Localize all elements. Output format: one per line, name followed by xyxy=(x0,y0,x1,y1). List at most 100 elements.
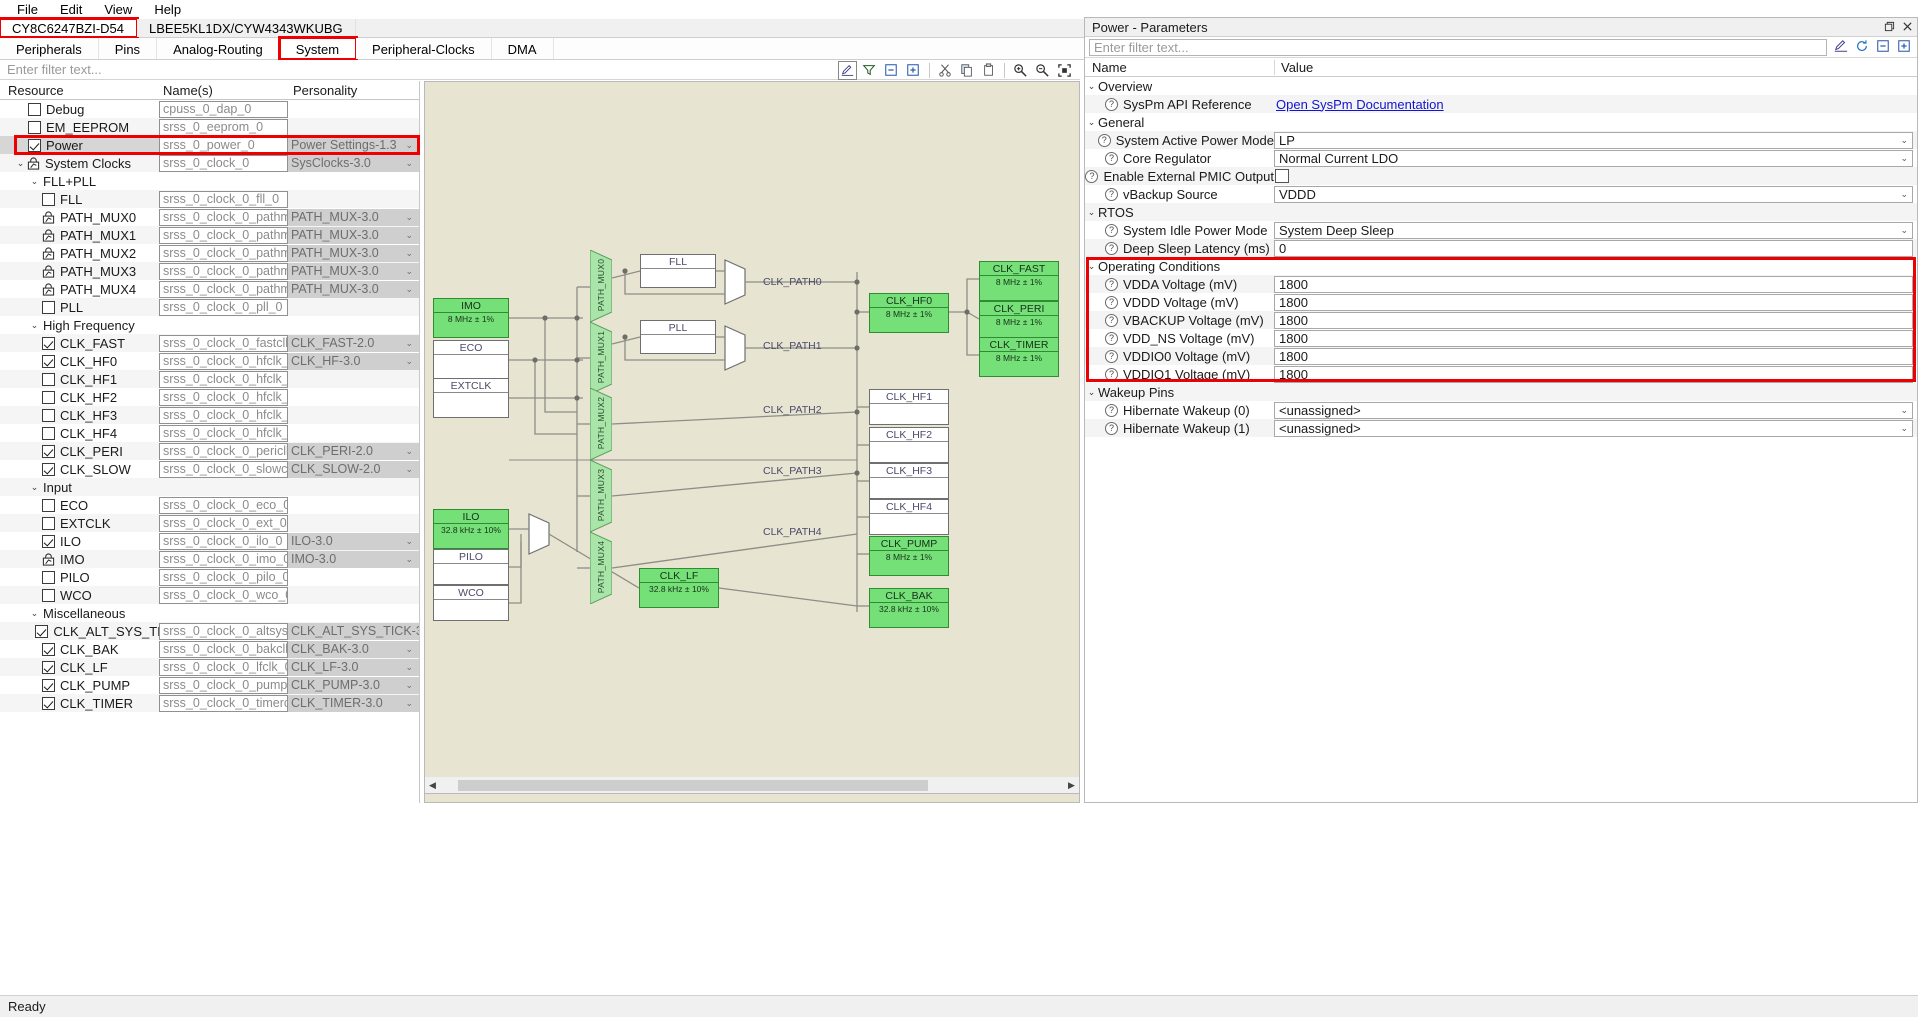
parameter-row-vddd-voltage-mv-[interactable]: ? VDDD Voltage (mV) 1800 xyxy=(1085,293,1917,311)
parameter-row-vbackup-source[interactable]: ? vBackup Source VDDD ⌄ xyxy=(1085,185,1917,203)
parameter-row-enable-external-pmic-output[interactable]: ? Enable External PMIC Output xyxy=(1085,167,1917,185)
parameter-text-input[interactable]: 1800 xyxy=(1274,365,1913,383)
tree-row-checkbox[interactable] xyxy=(42,696,55,710)
parameter-group-operating-conditions[interactable]: ⌄ Operating Conditions xyxy=(1085,257,1917,275)
chevron-down-icon[interactable]: ⌄ xyxy=(405,140,416,151)
personality-dropdown[interactable]: Power Settings-1.3 ⌄ xyxy=(288,136,419,154)
help-question-icon[interactable]: ? xyxy=(1105,97,1118,111)
tree-row-imo[interactable]: IMO srss_0_clock_0_imo_0 IMO-3.0 ⌄ xyxy=(0,550,419,568)
collapse-all-icon[interactable] xyxy=(1876,39,1890,56)
chevron-down-icon[interactable]: ⌄ xyxy=(405,212,416,223)
clock-diagram-canvas[interactable]: IMO 8 MHz ± 1% ECO EXTCLK ILO 32.8 kHz ± 10% P… xyxy=(424,81,1080,803)
fit-to-window-icon[interactable] xyxy=(1055,61,1074,80)
parameter-row-vdda-voltage-mv-[interactable]: ? VDDA Voltage (mV) 1800 xyxy=(1085,275,1917,293)
parameter-row-syspm-api-reference[interactable]: ? SysPm API Reference Open SysPm Documenta… xyxy=(1085,95,1917,113)
parameter-dropdown[interactable]: VDDD ⌄ xyxy=(1274,185,1913,203)
chevron-down-icon[interactable]: ⌄ xyxy=(1085,262,1098,271)
help-question-icon[interactable]: ? xyxy=(1105,349,1118,363)
personality-dropdown[interactable]: CLK_HF-3.0 ⌄ xyxy=(288,352,419,370)
clock-output-clk_hf0[interactable]: CLK_HF0 8 MHz ± 1% xyxy=(869,293,949,333)
parameter-row-system-idle-power-mode[interactable]: ? System Idle Power Mode System Deep Sleep… xyxy=(1085,221,1917,239)
tree-row-checkbox[interactable] xyxy=(42,498,55,512)
tree-row-clk-peri[interactable]: CLK_PERI srss_0_clock_0_periclk_0CLK_PERI… xyxy=(0,442,419,460)
name-field[interactable]: srss_0_clock_0_fastclk_0 xyxy=(159,334,288,352)
tree-row-path-mux3[interactable]: PATH_MUX3 srss_0_clock_0_pathmux_3PATH_MU… xyxy=(0,262,419,280)
chevron-down-icon[interactable]: ⌄ xyxy=(405,338,416,349)
chevron-down-icon[interactable]: ⌄ xyxy=(28,177,41,186)
tree-row-clk-alt-sys-tick[interactable]: CLK_ALT_SYS_TICKsrss_0_clock_0_altsystic… xyxy=(0,622,419,640)
parameter-row-system-active-power-mode[interactable]: ? System Active Power Mode LP ⌄ xyxy=(1085,131,1917,149)
device-tab-0[interactable]: CY8C6247BZI-D54 xyxy=(0,17,139,39)
tree-row-checkbox[interactable] xyxy=(42,300,55,314)
tree-row-checkbox[interactable] xyxy=(42,336,55,350)
tree-row-checkbox[interactable] xyxy=(42,570,55,584)
tree-row-pll[interactable]: PLL srss_0_clock_0_pll_0 xyxy=(0,298,419,316)
tree-row-checkbox[interactable] xyxy=(42,408,55,422)
name-field[interactable]: srss_0_clock_0_pathmux_1 xyxy=(159,226,288,244)
clock-output-clk_peri[interactable]: CLK_PERI 8 MHz ± 1% xyxy=(979,301,1059,341)
zoom-out-icon[interactable] xyxy=(1033,61,1052,80)
scroll-track[interactable] xyxy=(440,778,1064,792)
parameter-group-general[interactable]: ⌄ General xyxy=(1085,113,1917,131)
personality-dropdown[interactable]: PATH_MUX-3.0 ⌄ xyxy=(288,262,419,280)
chevron-down-icon[interactable]: ⌄ xyxy=(1900,189,1908,200)
parameter-group-wakeup-pins[interactable]: ⌄ Wakeup Pins xyxy=(1085,383,1917,401)
name-field[interactable]: srss_0_clock_0_slowclk_0 xyxy=(159,460,288,478)
tree-row-ilo[interactable]: ILO srss_0_clock_0_ilo_0 ILO-3.0 ⌄ xyxy=(0,532,419,550)
tree-row-checkbox[interactable] xyxy=(42,534,55,548)
name-field[interactable]: srss_0_clock_0_hfclk_3 xyxy=(159,406,288,424)
personality-dropdown[interactable]: PATH_MUX-3.0 ⌄ xyxy=(288,208,419,226)
parameter-dropdown[interactable]: Normal Current LDO ⌄ xyxy=(1274,149,1913,167)
tree-row-checkbox[interactable] xyxy=(42,588,55,602)
personality-dropdown[interactable]: CLK_PUMP-3.0 ⌄ xyxy=(288,676,419,694)
parameter-row-core-regulator[interactable]: ? Core Regulator Normal Current LDO ⌄ xyxy=(1085,149,1917,167)
clock-output-clk_fast[interactable]: CLK_FAST 8 MHz ± 1% xyxy=(979,261,1059,301)
name-field[interactable]: srss_0_clock_0_pumpclk_0 xyxy=(159,676,288,694)
menu-item-view[interactable]: View xyxy=(93,1,143,18)
chevron-down-icon[interactable]: ⌄ xyxy=(1900,225,1908,236)
clock-source-ilo[interactable]: ILO 32.8 kHz ± 10% xyxy=(433,509,509,549)
name-field[interactable]: srss_0_clock_0_pathmux_0 xyxy=(159,208,288,226)
menu-item-file[interactable]: File xyxy=(6,1,49,18)
collapse-all-icon[interactable] xyxy=(882,61,901,80)
parameter-row-deep-sleep-latency-ms-[interactable]: ? Deep Sleep Latency (ms) 0 xyxy=(1085,239,1917,257)
personality-dropdown[interactable]: CLK_TIMER-3.0 ⌄ xyxy=(288,694,419,712)
parameter-row-hibernate-wakeup-1-[interactable]: ? Hibernate Wakeup (1) <unassigned> ⌄ xyxy=(1085,419,1917,437)
parameter-checkbox[interactable] xyxy=(1275,169,1289,183)
syspm-documentation-link[interactable]: Open SysPm Documentation xyxy=(1274,97,1444,112)
personality-dropdown[interactable]: SysClocks-3.0 ⌄ xyxy=(288,154,419,172)
tree-row-fll-pll[interactable]: ⌄ FLL+PLL xyxy=(0,172,419,190)
personality-dropdown[interactable]: CLK_PERI-2.0 ⌄ xyxy=(288,442,419,460)
name-field[interactable]: srss_0_clock_0_pathmux_4 xyxy=(159,280,288,298)
name-field[interactable]: srss_0_clock_0_imo_0 xyxy=(159,550,288,568)
name-field[interactable]: srss_0_clock_0_eco_0 xyxy=(159,496,288,514)
chevron-down-icon[interactable]: ⌄ xyxy=(405,680,416,691)
name-field[interactable]: srss_0_clock_0_pll_0 xyxy=(159,298,288,316)
tree-row-clk-fast[interactable]: CLK_FAST srss_0_clock_0_fastclk_0CLK_FAST… xyxy=(0,334,419,352)
chevron-down-icon[interactable]: ⌄ xyxy=(14,159,27,168)
tree-row-path-mux1[interactable]: PATH_MUX1 srss_0_clock_0_pathmux_1PATH_MU… xyxy=(0,226,419,244)
parameter-text-input[interactable]: 1800 xyxy=(1274,275,1913,293)
tab-pins[interactable]: Pins xyxy=(98,38,158,59)
chevron-down-icon[interactable]: ⌄ xyxy=(1085,82,1098,91)
help-question-icon[interactable]: ? xyxy=(1085,169,1099,183)
tree-row-high-frequency[interactable]: ⌄ High Frequency xyxy=(0,316,419,334)
menu-item-edit[interactable]: Edit xyxy=(49,1,93,18)
personality-dropdown[interactable]: PATH_MUX-3.0 ⌄ xyxy=(288,226,419,244)
chevron-down-icon[interactable]: ⌄ xyxy=(405,356,416,367)
name-field[interactable]: srss_0_clock_0_ext_0 xyxy=(159,514,288,532)
restore-icon[interactable] xyxy=(1884,20,1895,35)
filter-icon[interactable] xyxy=(860,61,879,80)
parameter-text-input[interactable]: 1800 xyxy=(1274,347,1913,365)
clock-output-clk_lf[interactable]: CLK_LF 32.8 kHz ± 10% xyxy=(639,568,719,608)
help-question-icon[interactable]: ? xyxy=(1105,331,1118,345)
scroll-right-icon[interactable]: ▶ xyxy=(1064,778,1079,793)
personality-dropdown[interactable]: PATH_MUX-3.0 ⌄ xyxy=(288,244,419,262)
cut-icon[interactable] xyxy=(936,61,955,80)
copy-icon[interactable] xyxy=(957,61,976,80)
tree-row-checkbox[interactable] xyxy=(42,660,55,674)
name-field[interactable]: srss_0_clock_0_lfclk_0 xyxy=(159,658,288,676)
help-question-icon[interactable]: ? xyxy=(1105,295,1118,309)
parameter-row-vddio1-voltage-mv-[interactable]: ? VDDIO1 Voltage (mV) 1800 xyxy=(1085,365,1917,383)
chevron-down-icon[interactable]: ⌄ xyxy=(1900,153,1908,164)
